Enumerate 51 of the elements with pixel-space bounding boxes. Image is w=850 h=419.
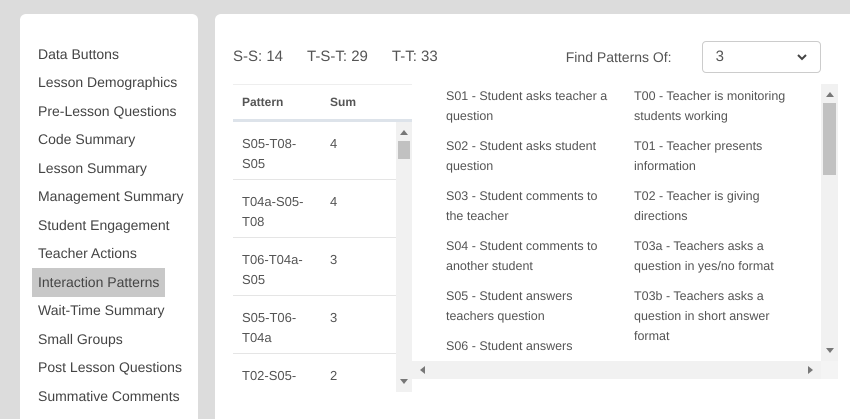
code-description: T00 - Teacher is monitoring students working: [634, 88, 786, 125]
pattern-size-select[interactable]: 3: [702, 41, 821, 73]
table-cell-text: 2: [330, 367, 338, 385]
table-cell-text: S05-T08-S05: [242, 135, 298, 173]
sidebar-item[interactable]: Pre-Lesson Questions: [32, 96, 183, 126]
code-description: T03b - Teachers asks a question in short answer format: [634, 288, 770, 345]
code-description: S05 - Student answers teachers question: [446, 288, 574, 325]
code-description: S03 - Student comments to the teacher: [446, 188, 598, 225]
table-cell-text: T06-T04a-S05: [242, 251, 304, 289]
sidebar-item[interactable]: Summative Comments: [32, 382, 186, 411]
count-label: T-T: 33: [392, 46, 438, 67]
code-description: T02 - Teacher is giving directions: [634, 188, 761, 225]
sidebar-item[interactable]: Post Lesson Questions: [32, 353, 188, 382]
code-description: T03a - Teachers asks a question in yes/no format: [634, 238, 775, 275]
scroll-down-icon[interactable]: [400, 379, 408, 384]
scroll-down-icon[interactable]: [826, 348, 834, 353]
column-header: Pattern: [242, 94, 284, 111]
sidebar-item[interactable]: Lesson Demographics: [32, 68, 184, 98]
code-description: S01 - Student asks teacher a question: [446, 88, 608, 125]
sidebar-item[interactable]: Teacher Actions: [32, 239, 143, 268]
table-cell-text: 4: [330, 135, 338, 153]
code-description: S06 - Student answers: [446, 338, 574, 355]
sidebar-item[interactable]: Data Buttons: [32, 40, 125, 69]
table-cell-text: 3: [330, 251, 338, 269]
scroll-up-icon[interactable]: [826, 92, 834, 97]
find-patterns-label: Find Patterns Of:: [566, 48, 672, 66]
table-cell-text: T02-S05-: [242, 367, 298, 385]
sidebar-item[interactable]: Student Engagement: [32, 210, 176, 240]
sidebar-item[interactable]: Code Summary: [32, 125, 142, 154]
scroll-up-icon[interactable]: [400, 130, 408, 135]
count-label: S-S: 14: [233, 46, 284, 67]
sidebar-item[interactable]: Wait-Time Summary: [32, 296, 171, 326]
sidebar-item[interactable]: Small Groups: [32, 324, 129, 354]
table-cell-text: T04a-S05-T08: [242, 193, 304, 231]
scroll-left-icon[interactable]: [420, 366, 425, 374]
table-cell-text: S05-T06-T04a: [242, 309, 298, 347]
scrollbar-thumb[interactable]: [398, 141, 410, 159]
scroll-right-icon[interactable]: [808, 366, 813, 374]
code-description: T01 - Teacher presents information: [634, 138, 764, 175]
count-label: T-S-T: 29: [307, 46, 368, 67]
table-cell-text: 4: [330, 193, 338, 211]
code-description: S04 - Student comments to another student: [446, 238, 598, 275]
vertical-scrollbar[interactable]: [396, 122, 412, 392]
table-cell-text: 3: [330, 309, 338, 327]
chevron-down-icon: [796, 54, 807, 60]
sidebar-item[interactable]: Lesson Summary: [32, 154, 153, 183]
sidebar-item[interactable]: Management Summary: [32, 182, 190, 212]
code-description: S02 - Student asks student question: [446, 138, 598, 175]
sidebar-item[interactable]: Interaction Patterns: [32, 268, 166, 297]
column-header: Sum: [330, 94, 356, 111]
scrollbar-thumb[interactable]: [823, 103, 836, 175]
